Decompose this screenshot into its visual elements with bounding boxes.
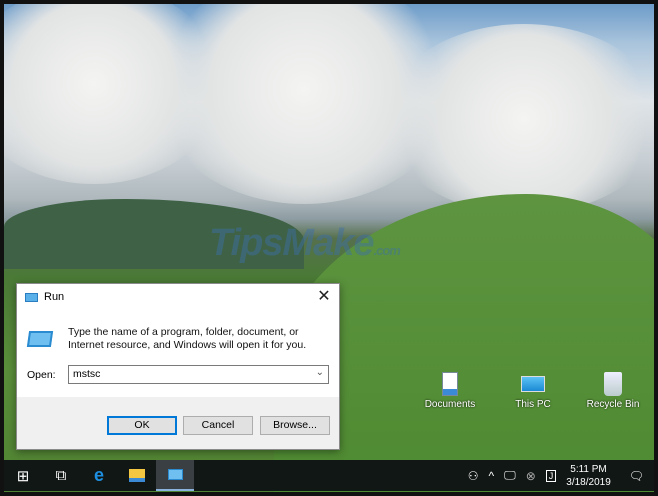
clock[interactable]: 5:11 PM 3/18/2019: [566, 463, 611, 489]
cancel-button[interactable]: Cancel: [183, 416, 253, 435]
edge-icon: e: [93, 465, 104, 485]
open-combobox[interactable]: mstsc ⌄: [68, 365, 329, 384]
task-view-icon: ⧉: [55, 467, 67, 484]
chevron-up-icon[interactable]: ^: [488, 469, 494, 483]
clock-time: 5:11 PM: [570, 463, 607, 475]
desktop-icon-documents[interactable]: Documents: [415, 372, 485, 410]
desktop-icon-this-pc[interactable]: This PC: [498, 372, 568, 410]
chevron-down-icon[interactable]: ⌄: [316, 367, 324, 378]
run-dialog: Run ✕ Type the name of a program, folder…: [16, 283, 340, 450]
taskbar: ⊞ ⧉ e ⚇ ^ 🖵 ⊗ J 5:11 PM 3/18/2019 🗨: [4, 460, 654, 491]
title-bar: Run: [17, 284, 339, 310]
ime-icon[interactable]: J: [545, 469, 557, 482]
desktop-icon-label: Recycle Bin: [586, 399, 640, 410]
run-icon: [167, 469, 183, 480]
people-icon[interactable]: ⚇: [468, 469, 479, 483]
file-explorer-button[interactable]: [118, 460, 156, 491]
run-taskbar-button[interactable]: [156, 460, 194, 491]
action-center-icon[interactable]: 🗨: [629, 469, 644, 483]
run-icon: [25, 292, 38, 302]
windows-icon: ⊞: [16, 467, 30, 485]
open-input-value: mstsc: [73, 368, 101, 380]
browse-button[interactable]: Browse...: [260, 416, 330, 435]
desktop-icon-recycle-bin[interactable]: Recycle Bin: [578, 372, 648, 410]
task-view-button[interactable]: ⧉: [42, 460, 80, 491]
close-button[interactable]: ✕: [315, 288, 333, 306]
desktop-icon-label: This PC: [515, 399, 551, 410]
clock-date: 3/18/2019: [566, 476, 611, 488]
dialog-message: Type the name of a program, folder, docu…: [68, 326, 307, 351]
network-icon[interactable]: 🖵: [504, 468, 516, 483]
watermark-suffix: .com: [373, 243, 400, 258]
ok-button[interactable]: OK: [107, 416, 177, 435]
documents-icon: [442, 372, 458, 396]
dialog-title: Run: [44, 291, 65, 303]
system-tray: ⚇ ^ 🖵 ⊗ J 5:11 PM 3/18/2019 🗨: [468, 463, 654, 489]
cloud: [384, 24, 654, 214]
volume-muted-icon[interactable]: ⊗: [526, 469, 536, 483]
open-label: Open:: [27, 369, 56, 381]
run-large-icon: [26, 331, 54, 347]
start-button[interactable]: ⊞: [4, 460, 42, 491]
this-pc-icon: [521, 376, 545, 392]
folder-icon: [129, 469, 145, 482]
watermark-logo: TipsMake.com: [209, 222, 401, 265]
desktop-icon-label: Documents: [424, 399, 476, 410]
recycle-bin-icon: [604, 372, 622, 396]
edge-button[interactable]: e: [80, 460, 118, 491]
watermark-text: TipsMake: [209, 222, 374, 264]
